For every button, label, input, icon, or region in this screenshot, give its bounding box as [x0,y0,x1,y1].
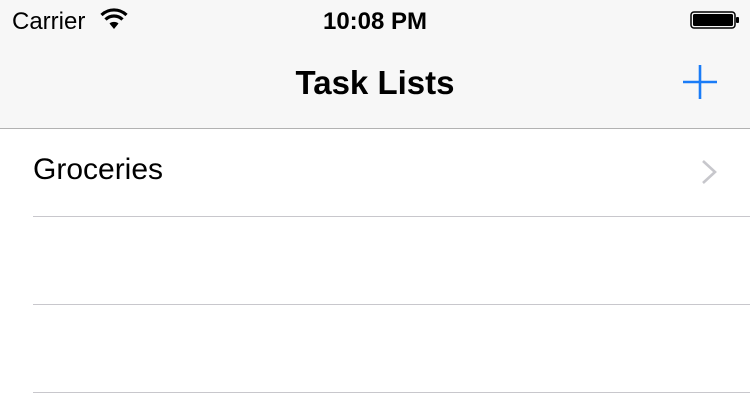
chevron-right-icon [702,160,717,184]
navigation-bar: Task Lists [0,40,750,128]
plus-icon [683,65,717,99]
list-item-label: Groceries [33,153,164,186]
list-item[interactable]: Groceries [33,129,750,217]
battery-icon [690,11,739,29]
status-bar: Carrier 10:08 PM [0,0,750,40]
page-title: Task Lists [295,64,455,101]
task-lists-screen: Carrier 10:08 PM Task Lists Groceries [0,0,750,414]
task-lists-table: Groceries [0,129,750,393]
add-list-button[interactable] [680,62,720,102]
top-bar: Carrier 10:08 PM Task Lists [0,0,750,129]
empty-row [33,305,750,393]
empty-row [33,217,750,305]
status-time: 10:08 PM [322,8,428,35]
